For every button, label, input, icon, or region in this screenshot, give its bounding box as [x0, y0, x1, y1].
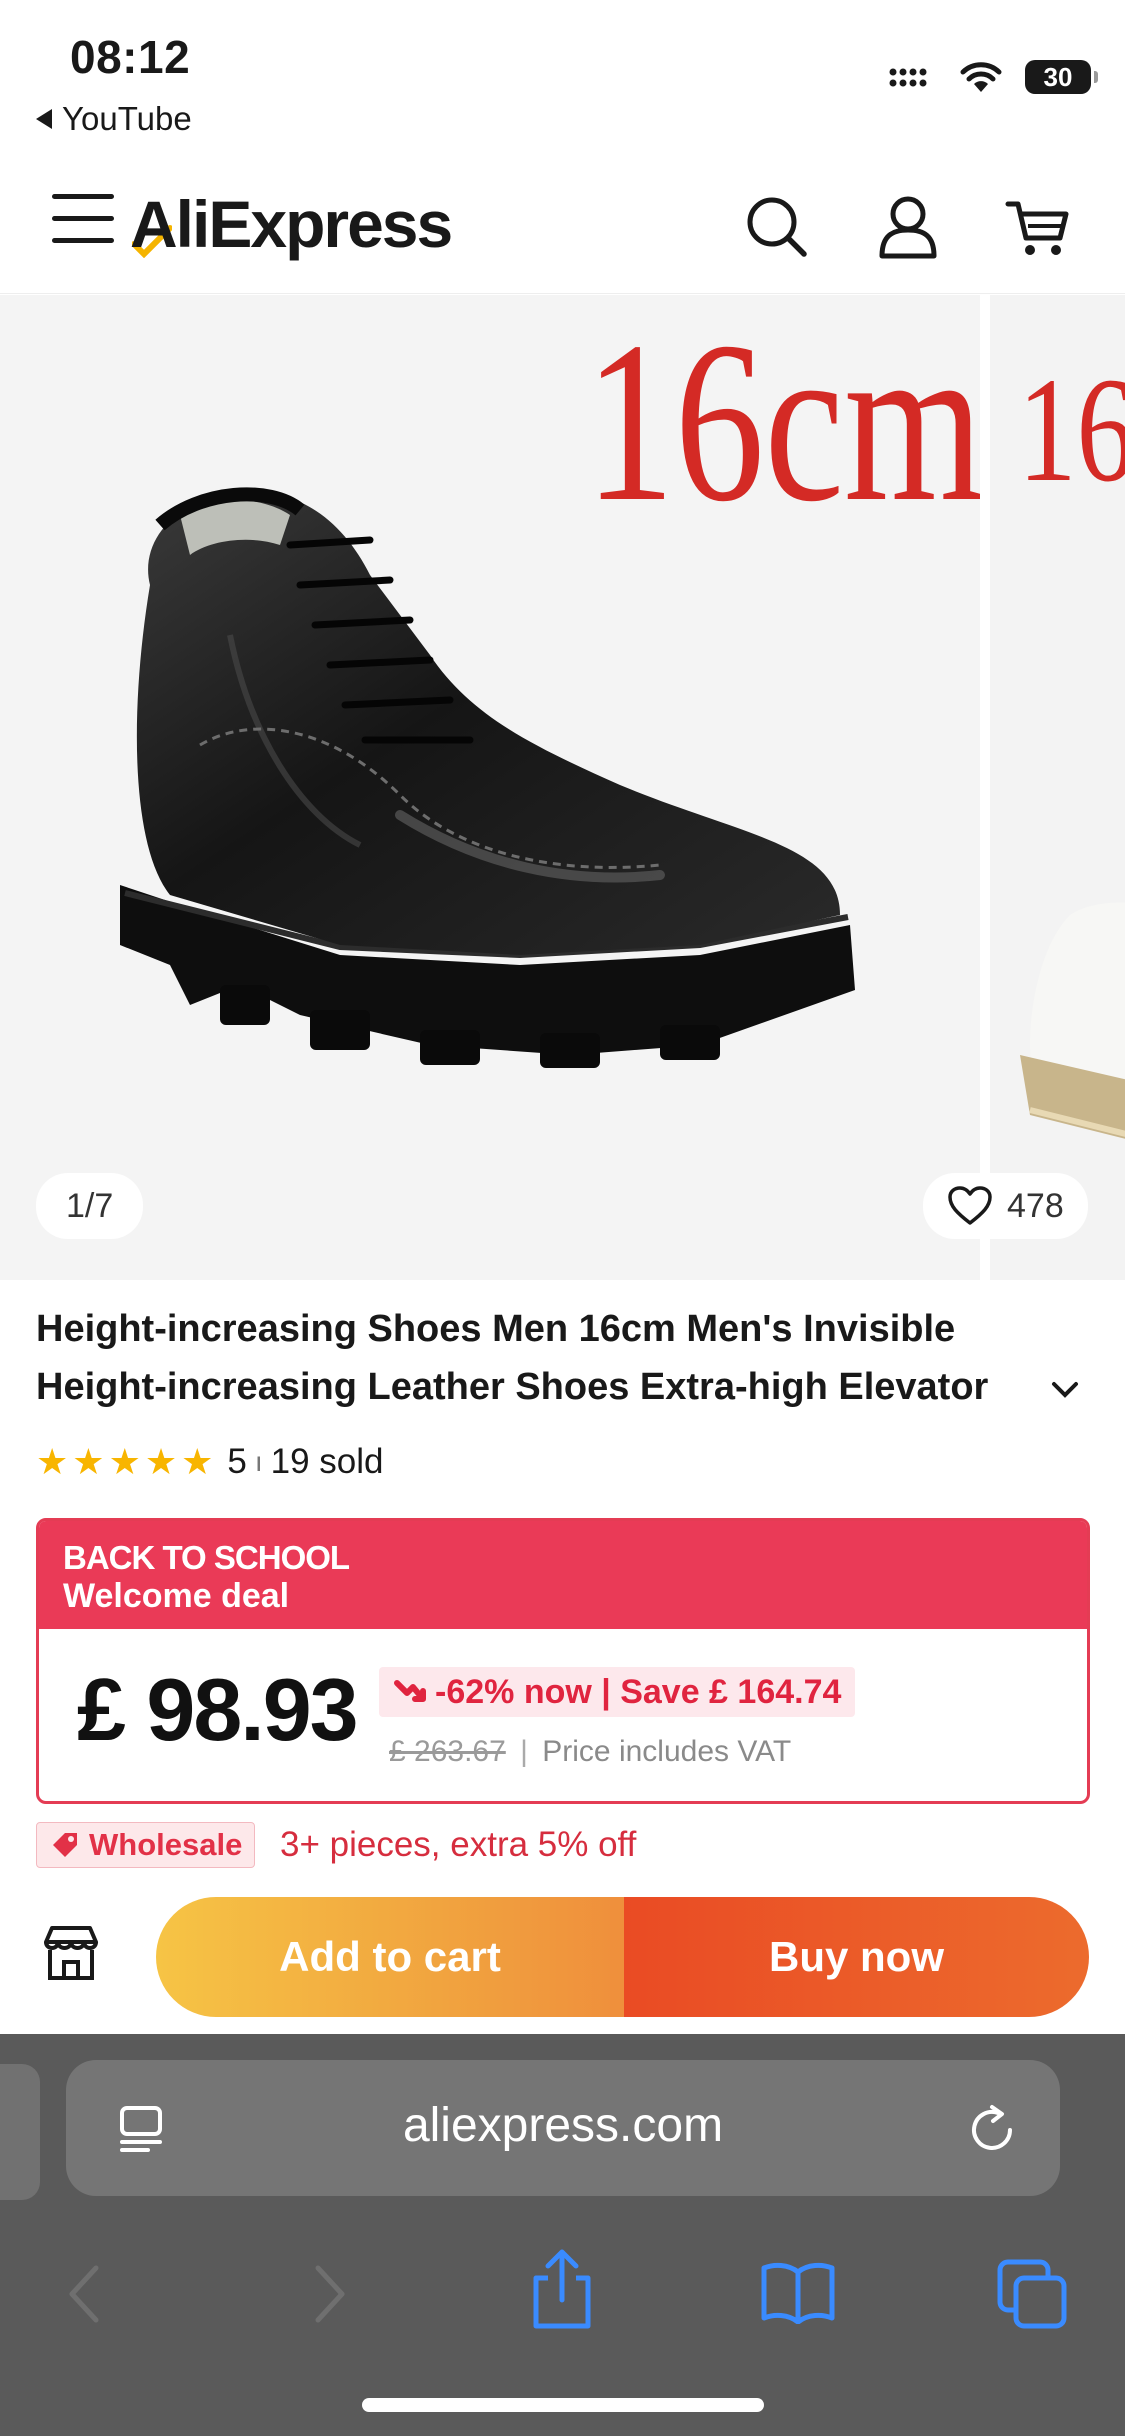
- wishlist-count: 478: [1007, 1186, 1064, 1225]
- next-size-label: 16: [1018, 347, 1125, 513]
- deal-banner: BACK TO SCHOOL Welcome deal: [39, 1521, 1087, 1629]
- share-icon[interactable]: [528, 2248, 596, 2332]
- browser-nav-row: [0, 2234, 1125, 2354]
- buy-now-button[interactable]: Buy now: [624, 1897, 1089, 2017]
- rating-separator: ı: [254, 1446, 263, 1477]
- store-icon[interactable]: [38, 1920, 104, 1986]
- back-triangle-icon: [36, 109, 52, 129]
- star-icon: ★: [108, 1441, 141, 1482]
- deal-banner-title: BACK TO SCHOOL: [63, 1539, 350, 1576]
- next-product-image[interactable]: 16: [990, 295, 1125, 1280]
- wishlist-button[interactable]: 478: [923, 1173, 1088, 1239]
- image-counter: 1/7: [36, 1173, 144, 1239]
- wholesale-label: Wholesale: [89, 1827, 243, 1862]
- vat-note: Price includes VAT: [542, 1735, 792, 1768]
- original-price: £ 263.67: [389, 1735, 506, 1768]
- status-indicators: 30: [889, 60, 1098, 94]
- reload-icon[interactable]: [966, 2104, 1020, 2158]
- tag-icon: [53, 1833, 77, 1857]
- forward-arrow-icon[interactable]: [310, 2262, 350, 2326]
- wholesale-badge: Wholesale: [36, 1822, 256, 1868]
- cart-icon[interactable]: [1002, 190, 1074, 262]
- bookmarks-icon[interactable]: [760, 2260, 836, 2324]
- next-shoe-illustration: [1020, 902, 1125, 1139]
- product-gallery[interactable]: 16cm 1/7 16 478: [0, 295, 1125, 1280]
- previous-tab-peek[interactable]: [0, 2064, 40, 2200]
- product-title-line2: Height-increasing Leather Shoes Extra-hi…: [36, 1366, 989, 1408]
- star-icon: ★: [144, 1441, 178, 1482]
- rating-row[interactable]: ★ ★ ★ ★ ★ 5 ı 19 sold: [36, 1442, 384, 1482]
- wifi-icon: [960, 62, 1002, 92]
- back-app-label: YouTube: [62, 100, 192, 137]
- expand-title-chevron-icon[interactable]: [1050, 1378, 1080, 1400]
- discount-text: -62% now | Save £ 164.74: [435, 1672, 842, 1711]
- product-image[interactable]: 16cm 1/7: [0, 295, 984, 1280]
- product-title-line1: Height-increasing Shoes Men 16cm Men's I…: [36, 1308, 956, 1350]
- home-indicator[interactable]: [362, 2398, 764, 2412]
- star-icon: ★: [36, 1441, 69, 1482]
- add-to-cart-button[interactable]: Add to cart: [156, 1897, 624, 2017]
- price-separator: |: [520, 1735, 528, 1768]
- heart-icon: [948, 1186, 992, 1225]
- search-icon[interactable]: [740, 190, 812, 262]
- discount-arrow-icon: [394, 1680, 426, 1702]
- wholesale-offer: 3+ pieces, extra 5% off: [280, 1825, 637, 1864]
- deal-banner-subtitle: Welcome deal: [63, 1577, 290, 1615]
- tabs-icon[interactable]: [996, 2258, 1068, 2330]
- deal-card: BACK TO SCHOOL Welcome deal £ 98.93 -62%…: [36, 1518, 1090, 1804]
- back-arrow-icon[interactable]: [64, 2262, 104, 2326]
- address-bar[interactable]: aliexpress.com: [66, 2060, 1060, 2196]
- back-to-app-link[interactable]: YouTube: [36, 100, 192, 138]
- battery-icon: 30: [1025, 60, 1098, 94]
- site-header: AliExpress: [0, 170, 1125, 294]
- discount-badge: -62% now | Save £ 164.74: [379, 1667, 856, 1717]
- cellular-signal-icon: [889, 68, 927, 87]
- star-icon: ★: [181, 1441, 214, 1482]
- shoe-illustration: [120, 487, 855, 1068]
- menu-icon[interactable]: [52, 194, 114, 244]
- image-divider: [980, 295, 990, 1280]
- rating-value: 5: [227, 1442, 247, 1481]
- sold-count: 19 sold: [270, 1442, 384, 1481]
- browser-toolbar: aliexpress.com: [0, 2034, 1125, 2436]
- star-icon: ★: [72, 1441, 105, 1482]
- account-icon[interactable]: [872, 190, 944, 262]
- aliexpress-logo[interactable]: AliExpress: [130, 186, 453, 262]
- status-time: 08:12: [70, 31, 191, 83]
- original-price-row: £ 263.67 | Price includes VAT: [389, 1735, 791, 1769]
- current-price: £ 98.93: [77, 1660, 359, 1759]
- product-title[interactable]: Height-increasing Shoes Men 16cm Men's I…: [36, 1300, 1076, 1416]
- url-text: aliexpress.com: [402, 2099, 724, 2152]
